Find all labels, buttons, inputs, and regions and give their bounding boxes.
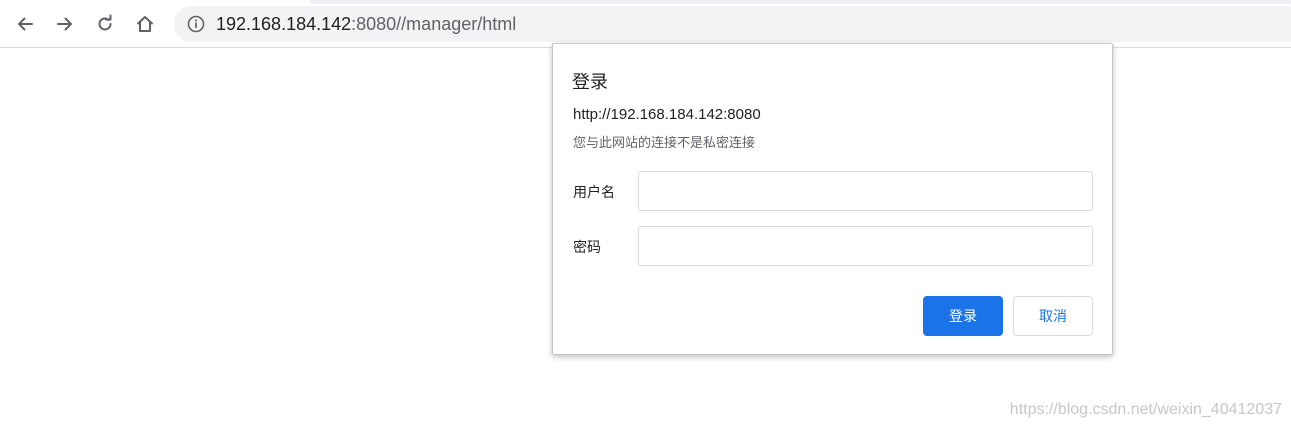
- url-host: 192.168.184.142: [216, 14, 352, 34]
- back-arrow-icon: [18, 17, 33, 31]
- forward-arrow-icon: [57, 17, 72, 31]
- url-path: :8080//manager/html: [351, 14, 517, 34]
- home-icon: [137, 16, 153, 32]
- browser-toolbar: 192.168.184.142:8080//manager/html: [0, 0, 1291, 48]
- url-text[interactable]: 192.168.184.142:8080//manager/html: [216, 13, 516, 35]
- reload-icon: [98, 14, 112, 31]
- dialog-origin: http://192.168.184.142:8080: [573, 106, 761, 123]
- auth-dialog: 登录 http://192.168.184.142:8080 您与此网站的连接不…: [552, 43, 1113, 355]
- reload-button[interactable]: [89, 8, 121, 40]
- watermark-text: https://blog.csdn.net/weixin_40412037: [1009, 401, 1282, 418]
- home-button[interactable]: [129, 8, 161, 40]
- password-input[interactable]: [638, 226, 1093, 266]
- tab-strip-edge: [310, 0, 1291, 4]
- username-label: 用户名: [573, 185, 615, 201]
- dialog-title: 登录: [572, 72, 608, 93]
- cancel-button[interactable]: 取消: [1013, 296, 1093, 336]
- login-button[interactable]: 登录: [923, 296, 1003, 336]
- forward-button[interactable]: [49, 8, 81, 40]
- password-label: 密码: [573, 240, 601, 256]
- back-button[interactable]: [9, 8, 41, 40]
- username-input[interactable]: [638, 171, 1093, 211]
- address-bar[interactable]: 192.168.184.142:8080//manager/html: [174, 6, 1291, 42]
- dialog-warning: 您与此网站的连接不是私密连接: [573, 136, 756, 151]
- info-icon[interactable]: [187, 15, 205, 33]
